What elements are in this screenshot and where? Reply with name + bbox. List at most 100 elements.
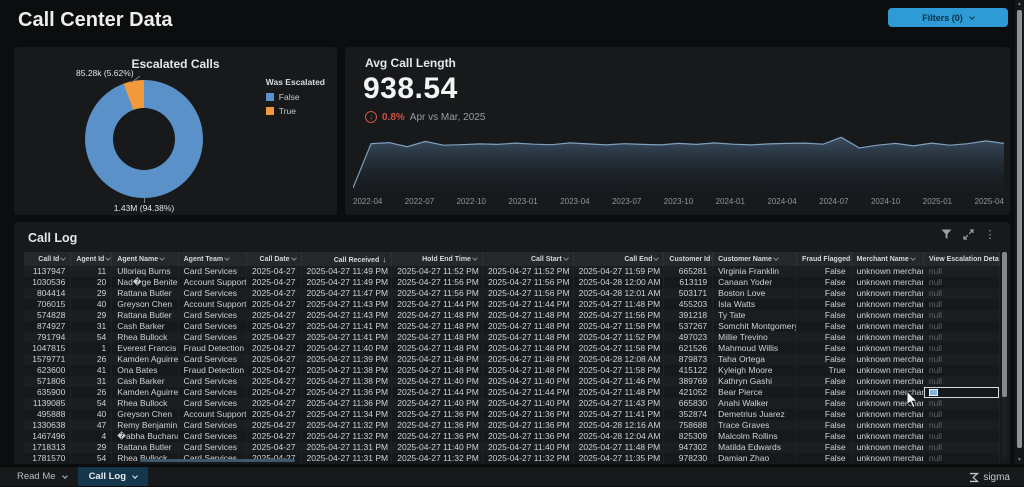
table-cell[interactable]: null — [923, 453, 999, 464]
table-cell[interactable]: 2025-04-27 11:40 PM — [482, 442, 573, 453]
table-cell[interactable]: unknown merchant — [851, 365, 923, 376]
table-cell[interactable]: 537267 — [664, 321, 713, 332]
table-cell[interactable]: Card Services — [178, 398, 246, 409]
table-cell[interactable]: 2025-04-27 11:41 PM — [301, 332, 392, 343]
table-cell[interactable]: 2025-04-27 — [246, 343, 301, 354]
avg-call-length-area-chart[interactable] — [353, 127, 1004, 193]
table-cell[interactable]: Account Support — [178, 277, 246, 288]
column-header-agent-name[interactable]: Agent Name — [112, 252, 178, 266]
table-cell[interactable]: Card Services — [178, 376, 246, 387]
table-cell[interactable]: False — [797, 420, 852, 431]
column-header-call-date[interactable]: Call Date — [246, 252, 301, 266]
table-cell[interactable]: 2025-04-27 11:48 PM — [482, 321, 573, 332]
expand-icon[interactable] — [962, 229, 974, 241]
table-cell[interactable]: 2025-04-28 12:16 AM — [573, 420, 664, 431]
table-cell[interactable]: Malcolm Rollins — [713, 431, 797, 442]
escalated-calls-donut-chart[interactable] — [85, 80, 203, 198]
table-cell[interactable]: False — [797, 277, 852, 288]
table-cell[interactable]: 1030536 — [24, 277, 71, 288]
table-cell[interactable]: null — [923, 299, 999, 310]
table-cell[interactable]: Cash Barker — [112, 376, 178, 387]
table-cell[interactable]: Card Services — [178, 321, 246, 332]
table-cell[interactable]: 2025-04-27 11:44 PM — [482, 387, 573, 398]
column-header-call-start[interactable]: Call Start — [482, 252, 573, 266]
table-cell[interactable]: 29 — [71, 310, 112, 321]
table-cell[interactable]: 47 — [71, 420, 112, 431]
table-cell[interactable]: 2025-04-27 11:48 PM — [482, 354, 573, 365]
table-cell[interactable]: unknown merchant — [851, 420, 923, 431]
table-cell[interactable]: 2025-04-27 11:58 PM — [573, 365, 664, 376]
table-cell[interactable]: 2025-04-27 — [246, 420, 301, 431]
table-cell[interactable]: 2025-04-27 11:34 PM — [301, 409, 392, 420]
table-cell[interactable]: 352874 — [664, 409, 713, 420]
table-cell[interactable]: 2025-04-27 11:48 PM — [392, 310, 483, 321]
table-cell[interactable]: False — [797, 321, 852, 332]
table-cell[interactable]: 1047815 — [24, 343, 71, 354]
table-cell[interactable]: Card Services — [178, 332, 246, 343]
table-cell[interactable]: Millie Trevino — [713, 332, 797, 343]
table-cell[interactable]: 29 — [71, 442, 112, 453]
table-cell[interactable]: 2025-04-27 11:36 PM — [482, 431, 573, 442]
table-cell[interactable]: 455203 — [664, 299, 713, 310]
table-cell[interactable]: Fraud Detection — [178, 343, 246, 354]
table-cell[interactable]: Damian Zhao — [713, 453, 797, 464]
table-cell[interactable]: Rhea Bullock — [112, 398, 178, 409]
table-cell[interactable]: Kamden Aguirre — [112, 354, 178, 365]
table-cell[interactable]: 2025-04-27 11:52 PM — [573, 332, 664, 343]
table-cell[interactable]: 2025-04-27 11:48 PM — [392, 354, 483, 365]
table-cell[interactable]: null — [923, 343, 999, 354]
table-cell[interactable]: 2025-04-27 11:40 PM — [392, 376, 483, 387]
table-cell[interactable]: 2025-04-27 11:36 PM — [392, 431, 483, 442]
table-cell[interactable]: 40 — [71, 409, 112, 420]
table-cell[interactable]: 2025-04-27 11:40 PM — [482, 376, 573, 387]
table-cell[interactable]: False — [797, 354, 852, 365]
table-cell[interactable]: 2025-04-27 11:41 PM — [573, 409, 664, 420]
table-cell[interactable]: False — [797, 453, 852, 464]
table-cell[interactable]: 2025-04-27 11:56 PM — [392, 277, 483, 288]
table-cell[interactable]: 2025-04-27 11:48 PM — [573, 442, 664, 453]
table-cell[interactable]: 1781570 — [24, 453, 71, 464]
column-header-call-received[interactable]: Call Received↓ — [301, 252, 392, 266]
table-cell[interactable]: Bear Pierce — [713, 387, 797, 398]
table-cell[interactable]: 2025-04-27 11:35 PM — [573, 453, 664, 464]
table-cell[interactable]: 825309 — [664, 431, 713, 442]
table-cell[interactable]: Card Services — [178, 310, 246, 321]
table-cell[interactable]: 54 — [71, 453, 112, 464]
table-cell[interactable]: False — [797, 266, 852, 277]
table-cell[interactable]: 706015 — [24, 299, 71, 310]
table-cell[interactable]: 2025-04-27 11:38 PM — [301, 376, 392, 387]
table-cell[interactable]: Greyson Chen — [112, 409, 178, 420]
table-cell[interactable]: Somchit Montgomery — [713, 321, 797, 332]
table-cell[interactable]: 415122 — [664, 365, 713, 376]
table-cell[interactable]: 2025-04-27 11:46 PM — [573, 376, 664, 387]
table-cell[interactable]: Fraud Detection — [178, 365, 246, 376]
filter-icon[interactable] — [940, 229, 952, 241]
table-cell[interactable]: 2025-04-27 — [246, 266, 301, 277]
table-cell[interactable]: Card Services — [178, 266, 246, 277]
table-cell[interactable]: 2025-04-27 11:36 PM — [301, 387, 392, 398]
table-cell[interactable]: 978230 — [664, 453, 713, 464]
table-cell[interactable]: False — [797, 288, 852, 299]
table-cell[interactable]: False — [797, 431, 852, 442]
table-cell[interactable]: 2025-04-27 11:56 PM — [392, 288, 483, 299]
table-cell[interactable]: 2025-04-27 11:39 PM — [301, 354, 392, 365]
table-cell[interactable]: 2025-04-27 11:52 PM — [392, 266, 483, 277]
table-cell[interactable]: 635900 — [24, 387, 71, 398]
table-cell[interactable]: Ona Bates — [112, 365, 178, 376]
table-cell[interactable]: 1139085 — [24, 398, 71, 409]
table-cell[interactable]: null — [923, 442, 999, 453]
table-cell[interactable]: unknown merchant — [851, 442, 923, 453]
table-cell[interactable]: 2025-04-28 12:08 AM — [573, 354, 664, 365]
table-cell[interactable]: Rhea Bullock — [112, 332, 178, 343]
table-cell[interactable]: Account Support — [178, 299, 246, 310]
table-cell[interactable]: Ulloriaq Burns — [112, 266, 178, 277]
table-cell[interactable]: 2025-04-27 11:40 PM — [392, 442, 483, 453]
table-cell[interactable]: 571806 — [24, 376, 71, 387]
table-cell[interactable]: null — [923, 266, 999, 277]
table-cell[interactable]: 2025-04-27 — [246, 387, 301, 398]
table-cell[interactable]: Kamden Aguirre — [112, 387, 178, 398]
table-cell[interactable]: Card Services — [178, 288, 246, 299]
table-cell[interactable]: 2025-04-28 12:04 AM — [573, 431, 664, 442]
table-cell[interactable]: 1 — [71, 343, 112, 354]
table-cell[interactable]: 2025-04-27 11:32 PM — [392, 453, 483, 464]
